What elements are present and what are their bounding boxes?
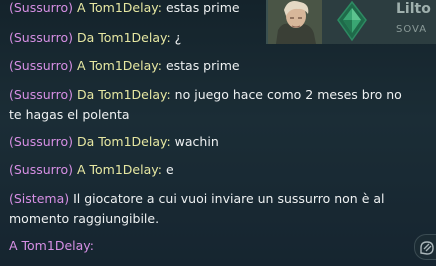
message-channel: (Sussurro) (9, 30, 73, 45)
agent-portrait (268, 0, 322, 44)
message-text: estas prime (165, 58, 240, 73)
message-text: e (165, 162, 174, 177)
chat-toggle-icon[interactable] (414, 234, 436, 260)
message-sender[interactable]: Da Tom1Delay: (77, 87, 171, 102)
system-message: (Sistema) Il giocatore a cui vuoi inviar… (9, 189, 409, 229)
message-channel: (Sussurro) (9, 87, 73, 102)
chat-message: (Sussurro) Da Tom1Delay: wachin (9, 132, 429, 152)
player-card[interactable]: Lilto SOVA (266, 0, 436, 44)
emerald-rank-icon (332, 0, 372, 44)
message-text: wachin (174, 134, 219, 149)
message-channel: (Sussurro) (9, 58, 73, 73)
input-recipient-prefix: A Tom1Delay: (9, 238, 94, 253)
message-channel: (Sistema) (9, 191, 70, 206)
chat-message: (Sussurro) A Tom1Delay: e (9, 160, 429, 180)
message-sender[interactable]: Da Tom1Delay: (77, 134, 171, 149)
message-sender[interactable]: A Tom1Delay: (77, 162, 162, 177)
message-channel: (Sussurro) (9, 162, 73, 177)
message-sender[interactable]: A Tom1Delay: (77, 58, 162, 73)
message-text: ¿ (174, 30, 182, 45)
message-sender[interactable]: Da Tom1Delay: (77, 30, 171, 45)
message-channel: (Sussurro) (9, 134, 73, 149)
message-sender[interactable]: A Tom1Delay: (77, 0, 162, 15)
message-text: estas prime (165, 0, 240, 15)
chat-message: (Sussurro) A Tom1Delay: estas prime (9, 56, 429, 76)
chat-input[interactable]: A Tom1Delay: (9, 236, 409, 256)
player-name: Lilto (396, 1, 431, 17)
message-channel: (Sussurro) (9, 0, 73, 15)
player-agent: SOVA (396, 24, 428, 35)
chat-message: (Sussurro) Da Tom1Delay: no juego hace c… (9, 85, 409, 125)
